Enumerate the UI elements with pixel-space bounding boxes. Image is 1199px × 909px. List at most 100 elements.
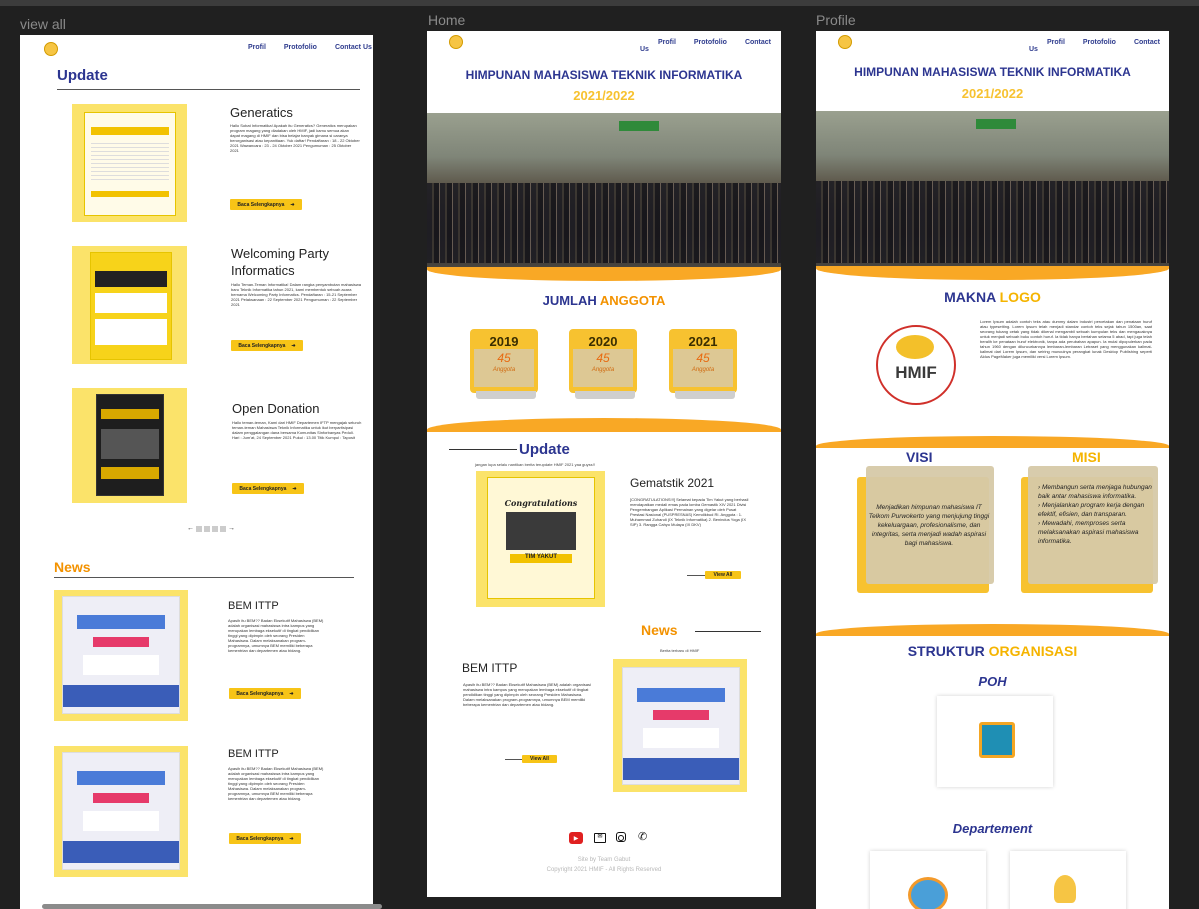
news-poster-image	[62, 752, 180, 870]
department-card[interactable]	[870, 851, 986, 909]
news-text: Apasih itu BEM?? Badan Eksekutif Mahasis…	[228, 618, 324, 653]
nav-contact[interactable]: Contact Us	[335, 44, 372, 51]
footer-credit: Site by Team Gabut	[577, 857, 631, 863]
pager-dot[interactable]	[204, 525, 210, 532]
read-more-label: Baca Selengkapnya	[236, 690, 284, 697]
wave-divider	[816, 266, 1169, 280]
visi-heading: VISI	[906, 449, 933, 465]
view-all-button[interactable]: View All	[522, 755, 557, 763]
wave-divider	[816, 436, 1169, 448]
update-title: Generatics	[230, 105, 293, 120]
nav-profil[interactable]: Profil	[248, 44, 266, 51]
misi-item-text: Menjalankan program kerja dengan efektif…	[1038, 502, 1145, 518]
anggota-word: ANGGOTA	[599, 293, 666, 308]
update-title: Welcoming Party Informatics	[231, 246, 330, 278]
misi-heading: MISI	[1072, 449, 1101, 465]
misi-item-text: Mewadahi, memproses serta melaksanakan a…	[1038, 520, 1139, 545]
update-poster-image	[90, 252, 172, 360]
news-subtitle: Berita terbaru di HMIF	[660, 648, 700, 653]
makna-word: MAKNA	[944, 289, 996, 305]
misi-list: › Membangun serta menjaga hubungan baik …	[1032, 483, 1160, 546]
misi-item-text: Membangun serta menjaga hubungan baik an…	[1038, 484, 1152, 500]
frame-view-all: Profil Protofolio Contact Us Update Genera…	[20, 35, 373, 909]
pager-dot[interactable]	[212, 525, 218, 532]
poh-heading: POH	[978, 674, 1007, 689]
pager-dot[interactable]	[220, 525, 226, 532]
horizontal-scrollbar[interactable]	[42, 904, 382, 909]
wave-divider	[427, 267, 781, 281]
hero-title: HIMPUNAN MAHASISWA TEKNIK INFORMATIKA	[854, 65, 1131, 79]
news-text: Apasih itu BEM?? Badan Eksekutif Mahasis…	[228, 766, 324, 801]
member-card-2021: 2021 45 Anggota	[669, 329, 737, 399]
news-heading: News	[641, 622, 678, 638]
card-shadow	[675, 391, 735, 399]
wave-divider	[816, 624, 1169, 636]
nav-protofolio[interactable]: Protofolio	[694, 39, 727, 46]
update-poster-card	[72, 246, 187, 364]
nav-profil[interactable]: Profil	[1047, 39, 1065, 46]
phone-icon[interactable]: ✆	[638, 830, 647, 843]
store-sign	[619, 121, 659, 131]
hero-title: HIMPUNAN MAHASISWA TEKNIK INFORMATIKA	[465, 68, 743, 82]
nav-profil[interactable]: Profil	[658, 39, 676, 46]
lightbulb-icon	[1054, 875, 1076, 903]
update-poster-card	[72, 388, 187, 503]
card-shadow	[476, 391, 536, 399]
nav-protofolio[interactable]: Protofolio	[284, 44, 317, 51]
hero-year: 2021/2022	[961, 86, 1024, 101]
frame-label-profile[interactable]: Profile	[816, 12, 856, 28]
read-more-label: Baca Selengkapnya	[237, 201, 285, 208]
frame-label-home[interactable]: Home	[428, 12, 465, 28]
brain-gear-icon	[908, 877, 948, 909]
update-poster-image	[96, 394, 164, 496]
pager-dot[interactable]	[196, 525, 202, 532]
member-count: 45	[696, 351, 710, 365]
departement-heading: Departement	[952, 821, 1033, 836]
divider	[449, 449, 517, 450]
update-text: Hallo Sobat Informatika! Apakah itu Gene…	[230, 123, 360, 153]
emblem-text: HMIF	[895, 363, 937, 382]
top-nav: Profil Protofolio Contact Us	[640, 39, 781, 53]
hmif-logo-icon[interactable]	[449, 35, 463, 49]
nav-protofolio[interactable]: Protofolio	[1083, 39, 1116, 46]
visi-text: Menjadikan himpunan mahasiswa IT Telkom …	[868, 504, 990, 547]
view-all-button[interactable]: View All	[705, 571, 741, 579]
frame-home: Profil Protofolio Contact Us HIMPUNAN MAHA…	[427, 31, 781, 897]
pager-next[interactable]: →	[228, 525, 235, 532]
poh-card[interactable]	[937, 696, 1053, 787]
update-text: Hallo teman-teman, Kami dari HMIF Depart…	[232, 420, 362, 440]
divider	[687, 575, 705, 576]
read-more-button[interactable]: Baca Selengkapnya ➜	[229, 688, 301, 699]
editor-topbar	[0, 0, 1199, 6]
read-more-button[interactable]: Baca Selengkapnya ➜	[230, 199, 302, 210]
read-more-button[interactable]: Baca Selengkapnya ➜	[229, 833, 301, 844]
frame-label-view-all[interactable]: view all	[20, 16, 66, 32]
read-more-label: Baca Selengkapnya	[238, 342, 286, 349]
read-more-button[interactable]: Baca Selengkapnya ➜	[232, 483, 304, 494]
update-poster-card	[72, 104, 187, 222]
member-label: Anggota	[691, 367, 715, 373]
pager-prev[interactable]: ←	[187, 525, 194, 532]
struktur-word: STRUKTUR	[907, 643, 985, 659]
member-year: 2019	[489, 334, 519, 349]
mail-icon[interactable]: ✉	[594, 833, 606, 843]
read-more-button[interactable]: Baca Selengkapnya ➜	[231, 340, 303, 351]
member-year: 2021	[688, 334, 718, 349]
hmif-logo-icon[interactable]	[44, 42, 58, 56]
news-title: BEM ITTP	[462, 661, 518, 675]
update-subtitle: jangan lupa selalu nantikan berita terup…	[475, 462, 595, 467]
instagram-icon[interactable]	[616, 832, 626, 842]
arrow-right-icon: ➜	[289, 690, 294, 697]
member-label: Anggota	[492, 367, 516, 373]
department-card[interactable]	[1010, 851, 1126, 909]
poster-team-text: TIM YAKUT	[510, 554, 572, 563]
read-more-label: Baca Selengkapnya	[239, 485, 287, 492]
hmif-logo-icon[interactable]	[838, 35, 852, 49]
footer-copyright: Copyright 2021 HMIF - All Rights Reserve…	[546, 867, 662, 873]
poster-congrats-text: Congratulations	[504, 498, 578, 508]
news-poster-image	[622, 667, 740, 785]
youtube-icon[interactable]: ▶	[569, 832, 583, 844]
divider	[54, 577, 354, 578]
news-text: Apasih itu BEM?? Badan Eksekutif Mahasis…	[463, 682, 591, 707]
organisasi-word: ORGANISASI	[988, 643, 1078, 659]
